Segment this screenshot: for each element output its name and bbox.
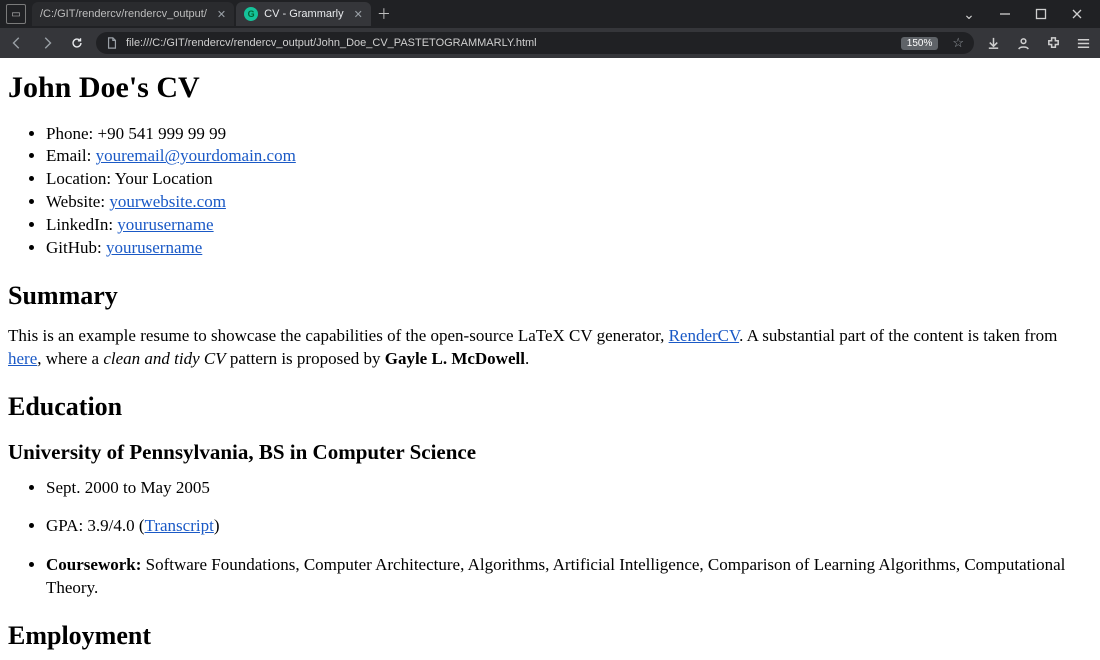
contact-email: Email: youremail@yourdomain.com: [46, 145, 1092, 168]
bookmark-star-icon[interactable]: ☆: [952, 35, 964, 51]
file-icon: [106, 37, 118, 49]
contact-website: Website: yourwebsite.com: [46, 191, 1092, 214]
browser-app-icon: ▭: [6, 4, 26, 24]
email-link[interactable]: youremail@yourdomain.com: [96, 146, 296, 165]
tab-inactive-title: /C:/GIT/rendercv/rendercv_output/: [40, 8, 207, 20]
downloads-icon[interactable]: [982, 32, 1004, 54]
window-maximize-button[interactable]: [1024, 2, 1058, 26]
new-tab-button[interactable]: ＋: [373, 3, 395, 25]
tab-active-title: CV - Grammarly: [264, 8, 343, 20]
education-gpa: GPA: 3.9/4.0 (Transcript): [46, 515, 1092, 538]
window-close-button[interactable]: [1060, 2, 1094, 26]
toolbar: file:///C:/GIT/rendercv/rendercv_output/…: [0, 28, 1100, 58]
menu-icon[interactable]: [1072, 32, 1094, 54]
here-link[interactable]: here: [8, 349, 37, 368]
education-heading: Education: [8, 389, 1092, 424]
contact-list: Phone: +90 541 999 99 99 Email: youremai…: [8, 123, 1092, 261]
nav-reload-button[interactable]: [66, 32, 88, 54]
contact-linkedin: LinkedIn: yourusername: [46, 214, 1092, 237]
close-icon[interactable]: ✕: [217, 8, 226, 21]
website-link[interactable]: yourwebsite.com: [109, 192, 226, 211]
grammarly-favicon-icon: G: [244, 7, 258, 21]
employment-heading: Employment: [8, 618, 1092, 653]
nav-back-button[interactable]: [6, 32, 28, 54]
extensions-icon[interactable]: [1042, 32, 1064, 54]
education-entry-heading: University of Pennsylvania, BS in Comput…: [8, 438, 1092, 466]
transcript-link[interactable]: Transcript: [145, 516, 214, 535]
contact-phone: Phone: +90 541 999 99 99: [46, 123, 1092, 146]
summary-heading: Summary: [8, 278, 1092, 313]
contact-location: Location: Your Location: [46, 168, 1092, 191]
rendercv-link[interactable]: RenderCV: [669, 326, 740, 345]
github-link[interactable]: yourusername: [106, 238, 202, 257]
summary-text: This is an example resume to showcase th…: [8, 325, 1092, 371]
page-title: John Doe's CV: [8, 68, 1092, 109]
zoom-chip[interactable]: 150%: [901, 37, 939, 50]
close-icon[interactable]: ✕: [354, 8, 363, 21]
window-minimize-button[interactable]: [988, 2, 1022, 26]
tab-active[interactable]: G CV - Grammarly ✕: [236, 2, 371, 26]
nav-forward-button[interactable]: [36, 32, 58, 54]
account-icon[interactable]: [1012, 32, 1034, 54]
education-coursework: Coursework: Software Foundations, Comput…: [46, 554, 1092, 600]
education-dates: Sept. 2000 to May 2005: [46, 477, 1092, 500]
tab-inactive[interactable]: /C:/GIT/rendercv/rendercv_output/ ✕: [32, 2, 234, 26]
page-viewport[interactable]: John Doe's CV Phone: +90 541 999 99 99 E…: [0, 58, 1100, 660]
tabs-dropdown-button[interactable]: ⌄: [952, 2, 986, 26]
linkedin-link[interactable]: yourusername: [117, 215, 213, 234]
cv-document: John Doe's CV Phone: +90 541 999 99 99 E…: [0, 58, 1100, 660]
address-url: file:///C:/GIT/rendercv/rendercv_output/…: [126, 37, 893, 49]
tab-strip: ▭ /C:/GIT/rendercv/rendercv_output/ ✕ G …: [0, 0, 1100, 28]
education-bullet-list: Sept. 2000 to May 2005 GPA: 3.9/4.0 (Tra…: [8, 477, 1092, 601]
address-bar[interactable]: file:///C:/GIT/rendercv/rendercv_output/…: [96, 32, 974, 54]
contact-github: GitHub: yourusername: [46, 237, 1092, 260]
